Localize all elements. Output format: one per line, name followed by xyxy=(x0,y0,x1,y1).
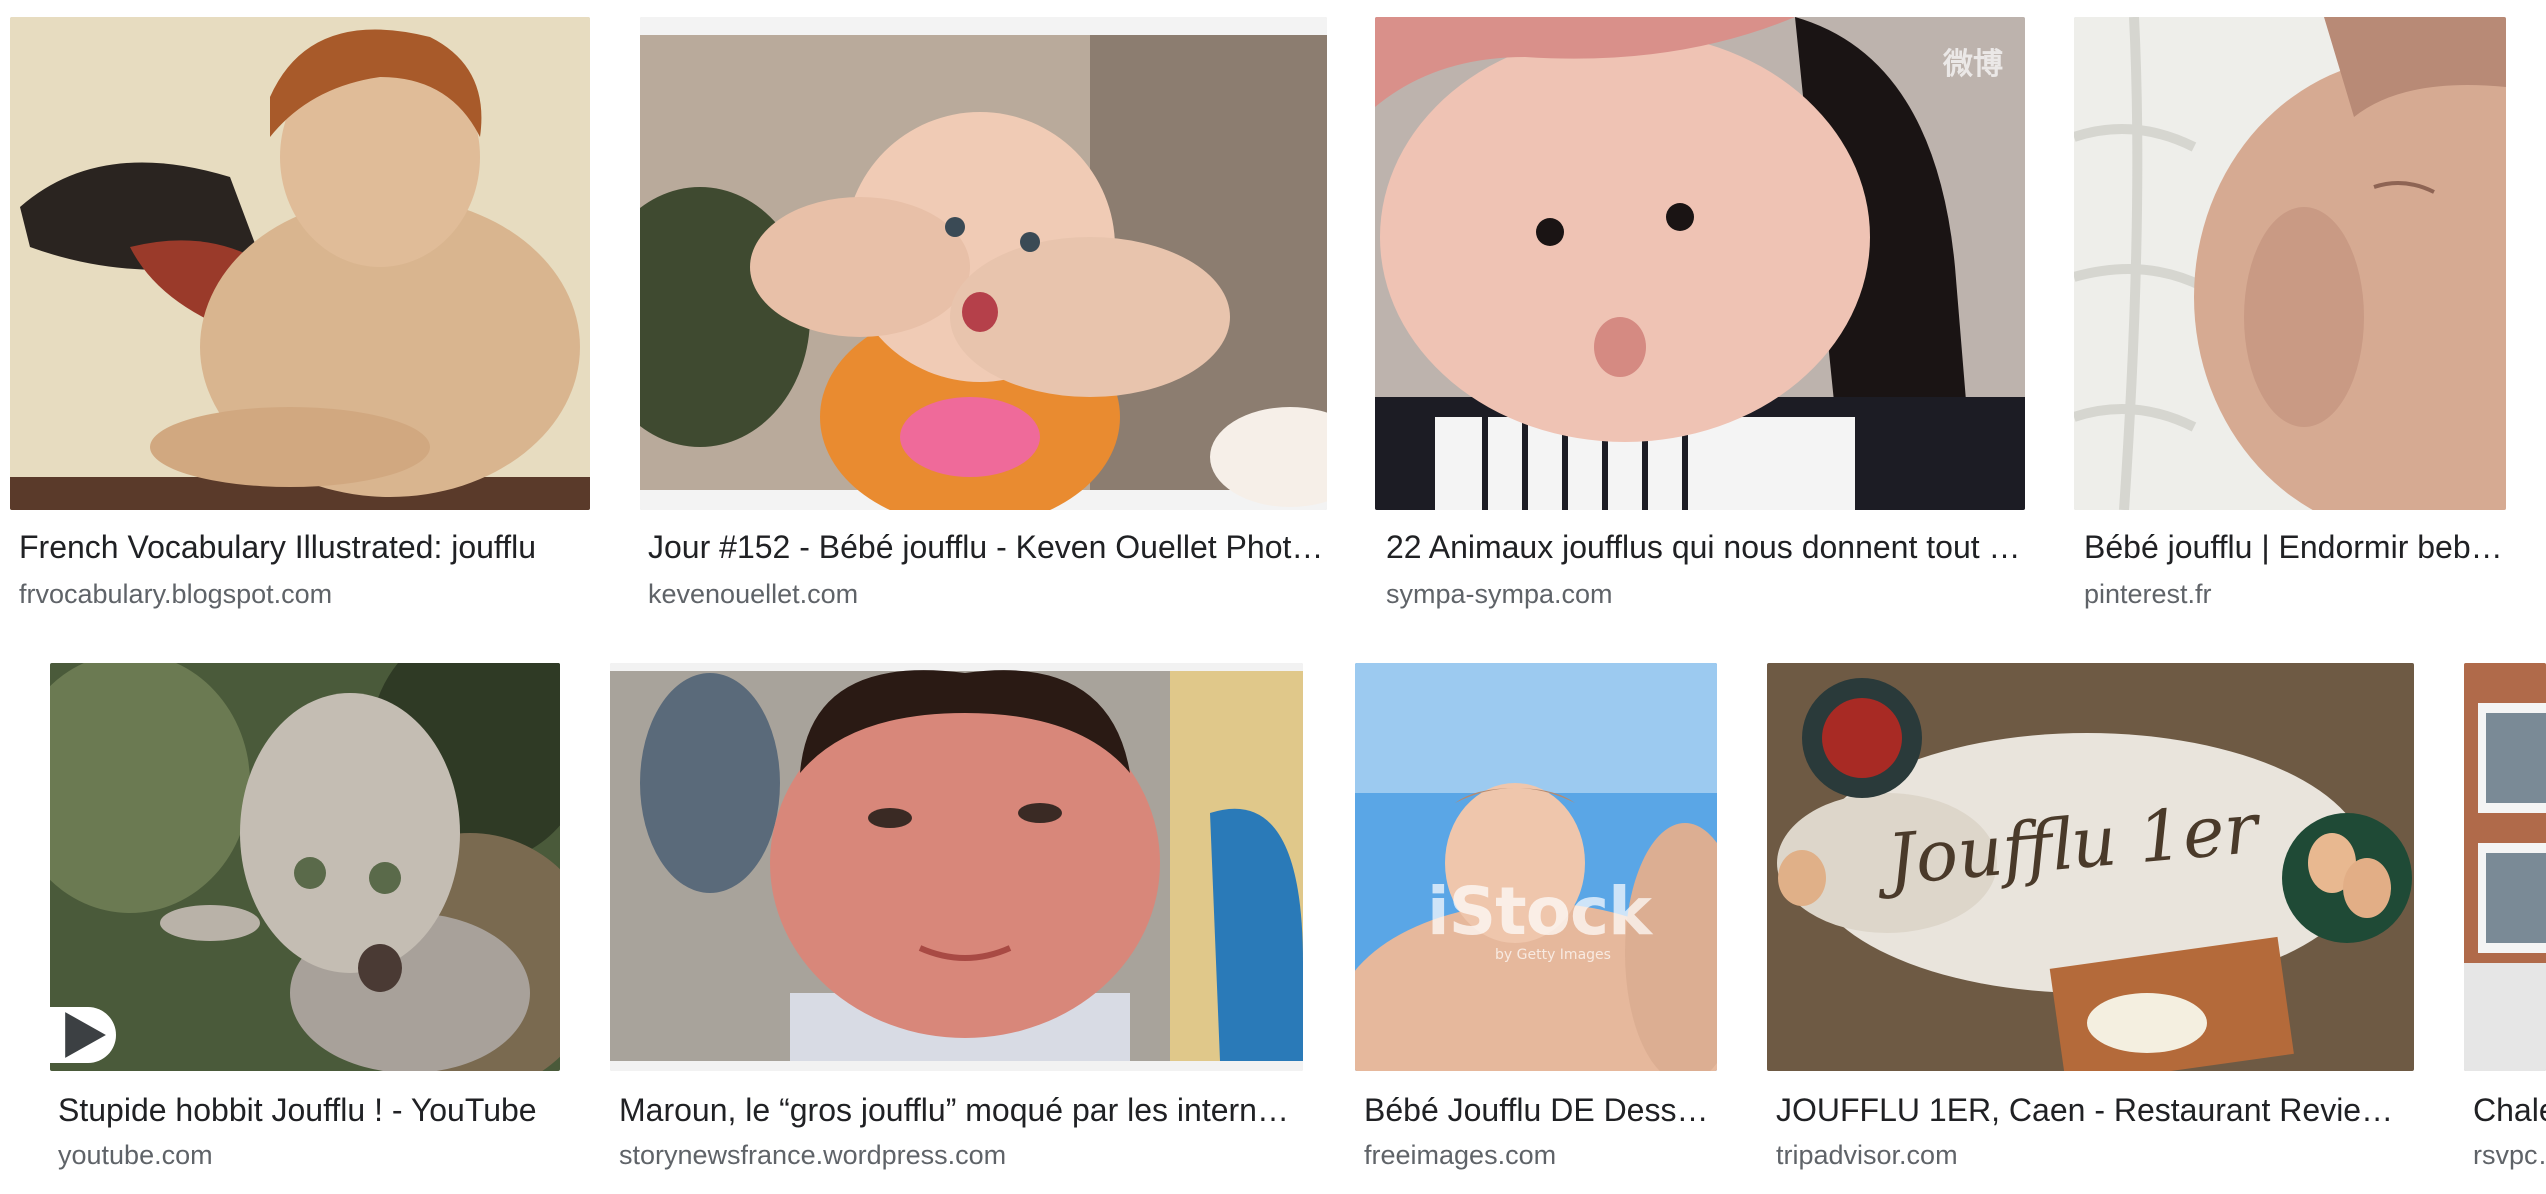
result-title[interactable]: Chale… xyxy=(2473,1090,2546,1130)
result-title[interactable]: Jour #152 - Bébé joufflu - Keven Ouellet… xyxy=(648,527,1324,567)
result-thumbnail-chubby-baby[interactable]: 微博 xyxy=(1375,17,2025,510)
result-source[interactable]: tripadvisor.com xyxy=(1776,1138,2411,1172)
result-thumbnail-house[interactable] xyxy=(2464,663,2546,1071)
result-source[interactable]: pinterest.fr xyxy=(2084,577,2504,611)
result-source[interactable]: sympa-sympa.com xyxy=(1386,577,2021,611)
play-button[interactable] xyxy=(50,1007,116,1063)
result-thumbnail-boy-portrait[interactable] xyxy=(610,663,1303,1071)
result-title[interactable]: 22 Animaux joufflus qui nous donnent tou… xyxy=(1386,527,2021,567)
play-icon xyxy=(65,1012,106,1058)
result-thumbnail-flour-lettering[interactable]: Joufflu 1er xyxy=(1767,663,2414,1071)
result-source[interactable]: youtube.com xyxy=(58,1138,558,1172)
result-title[interactable]: Stupide hobbit Joufflu ! - YouTube xyxy=(58,1090,558,1130)
result-source[interactable]: storynewsfrance.wordpress.com xyxy=(619,1138,1299,1172)
result-title[interactable]: JOUFFLU 1ER, Caen - Restaurant Reviews, … xyxy=(1776,1090,2411,1130)
result-thumbnail-cherub[interactable] xyxy=(10,17,590,510)
watermark-text: iStock xyxy=(1427,873,1652,950)
result-thumbnail-gollum[interactable] xyxy=(50,663,560,1071)
result-thumbnail-baby-below[interactable]: iStock by Getty Images xyxy=(1355,663,1717,1071)
result-source[interactable]: rsvpc… xyxy=(2473,1138,2546,1172)
result-title[interactable]: Bébé joufflu | Endormir bebe… xyxy=(2084,527,2504,567)
result-title[interactable]: Bébé Joufflu DE Desso… xyxy=(1364,1090,1714,1130)
result-thumbnail-sleeping-baby[interactable] xyxy=(2074,17,2506,510)
result-title[interactable]: French Vocabulary Illustrated: joufflu xyxy=(19,527,584,567)
watermark-subtext: by Getty Images xyxy=(1495,947,1611,963)
result-title[interactable]: Maroun, le “gros joufflu” moqué par les … xyxy=(619,1090,1299,1130)
watermark-text: 微博 xyxy=(1943,47,2003,82)
result-thumbnail-baby-cheeks[interactable] xyxy=(640,17,1327,510)
result-source[interactable]: freeimages.com xyxy=(1364,1138,1714,1172)
result-source[interactable]: frvocabulary.blogspot.com xyxy=(19,577,584,611)
result-source[interactable]: kevenouellet.com xyxy=(648,577,1324,611)
